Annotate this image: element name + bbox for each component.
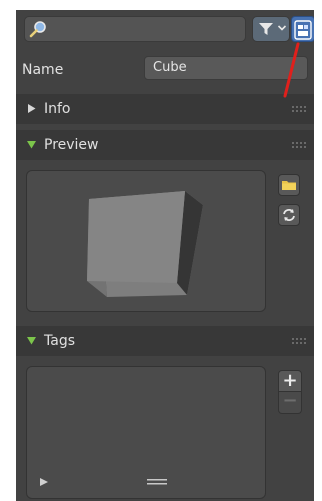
asset-browser-icon — [294, 20, 312, 40]
collapsed-triangle-icon — [28, 104, 36, 113]
preview-section-title: Preview — [44, 137, 99, 153]
info-section-header[interactable]: Info — [16, 94, 314, 124]
name-field[interactable]: Cube — [144, 56, 308, 80]
drag-grip-icon[interactable] — [292, 142, 306, 148]
generate-preview-button[interactable] — [278, 204, 300, 226]
drag-grip-icon[interactable] — [292, 338, 306, 344]
tags-section-header[interactable]: Tags — [16, 326, 314, 356]
preview-image — [26, 170, 266, 312]
info-section-title: Info — [44, 101, 71, 117]
expanded-triangle-icon — [27, 141, 36, 149]
chevron-down-icon — [277, 25, 287, 31]
list-resize-handle-icon[interactable] — [147, 479, 167, 485]
refresh-icon — [283, 209, 295, 221]
filter-icon — [259, 23, 273, 35]
asset-browser-toggle-button[interactable] — [291, 16, 314, 42]
asset-details-panel: Name Cube Info Preview Tags + − — [16, 10, 314, 501]
list-expand-triangle-icon[interactable] — [39, 477, 49, 487]
remove-tag-button[interactable]: − — [278, 392, 302, 414]
load-preview-button[interactable] — [278, 174, 300, 196]
preview-section-header[interactable]: Preview — [16, 130, 314, 160]
tags-section-title: Tags — [44, 333, 75, 349]
name-label: Name — [22, 62, 64, 78]
folder-icon — [282, 181, 296, 190]
expanded-triangle-icon — [27, 337, 36, 345]
search-field[interactable] — [24, 16, 246, 42]
search-icon — [29, 21, 46, 38]
cube-preview-icon — [87, 191, 203, 297]
tags-list[interactable] — [26, 366, 266, 499]
drag-grip-icon[interactable] — [292, 106, 306, 112]
add-tag-button[interactable]: + — [278, 370, 302, 392]
filter-button[interactable] — [252, 16, 290, 42]
